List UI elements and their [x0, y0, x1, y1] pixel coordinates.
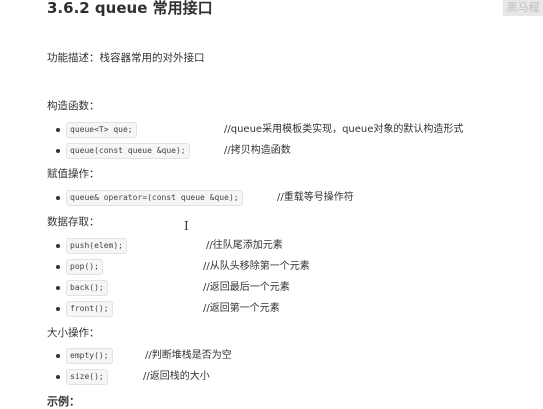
code-comment: //判断堆栈是否为空 [145, 350, 232, 361]
code-snippet: queue<T> que; [66, 122, 137, 138]
document-page: 3.6.2 queue 常用接口 黑马程 功能描述：栈容器常用的对外接口 构造函… [0, 0, 543, 408]
code-comment: //返回栈的大小 [143, 371, 210, 382]
example-heading: 示例： [47, 395, 80, 408]
code-comment: //返回第一个元素 [203, 303, 280, 314]
bullet-icon [56, 196, 60, 200]
code-snippet: push(elem); [66, 238, 127, 254]
bullet-icon [56, 307, 60, 311]
bullet-icon [56, 265, 60, 269]
code-comment: //往队尾添加元素 [206, 240, 283, 251]
section-title-assignment: 赋值操作： [47, 168, 100, 180]
code-snippet: back(); [66, 280, 108, 296]
code-comment: //拷贝构造函数 [224, 145, 291, 156]
bullet-icon [56, 375, 60, 379]
code-comment: //queue采用模板类实现，queue对象的默认构造形式 [224, 124, 464, 135]
bullet-icon [56, 354, 60, 358]
section-title-size: 大小操作： [47, 327, 100, 339]
bullet-icon [56, 128, 60, 132]
text-cursor-icon: I [184, 219, 189, 233]
bullet-icon [56, 244, 60, 248]
code-comment: //重载等号操作符 [277, 192, 354, 203]
section-title-data-access: 数据存取： [47, 216, 100, 228]
code-snippet: front(); [66, 301, 113, 317]
code-snippet: size(); [66, 369, 108, 385]
watermark: 黑马程 [503, 0, 543, 16]
bullet-icon [56, 149, 60, 153]
section-title-constructors: 构造函数： [47, 100, 100, 112]
section-heading: 3.6.2 queue 常用接口 [47, 0, 213, 17]
code-snippet: pop(); [66, 259, 103, 275]
code-comment: //返回最后一个元素 [203, 282, 290, 293]
code-snippet: queue(const queue &que); [66, 143, 190, 159]
code-snippet: queue& operator=(const queue &que); [66, 190, 243, 206]
code-comment: //从队头移除第一个元素 [203, 261, 310, 272]
code-snippet: empty(); [66, 348, 113, 364]
function-description: 功能描述：栈容器常用的对外接口 [47, 52, 205, 64]
bullet-icon [56, 286, 60, 290]
